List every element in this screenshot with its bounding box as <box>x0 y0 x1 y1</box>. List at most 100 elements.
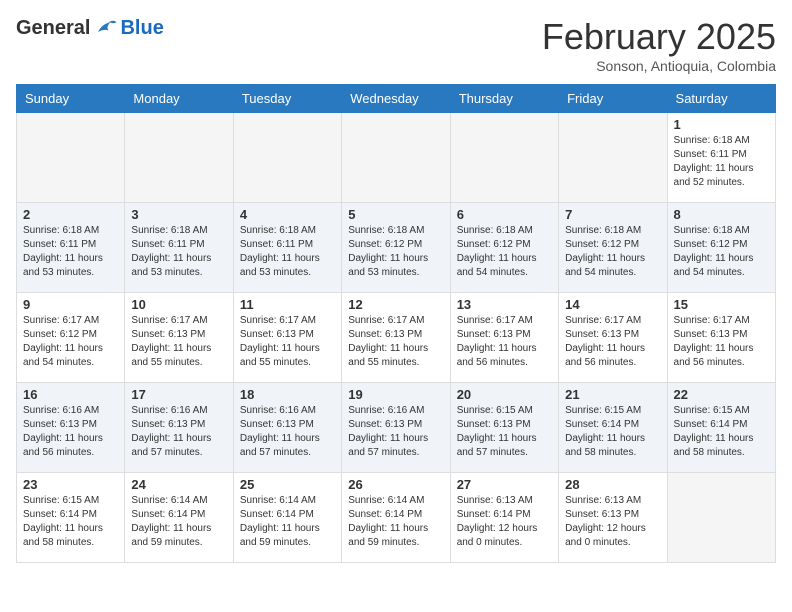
calendar-cell: 17 Sunrise: 6:16 AM Sunset: 6:13 PM Dayli… <box>125 383 233 473</box>
day-number: 15 <box>674 297 769 312</box>
day-info: Sunrise: 6:14 AM Sunset: 6:14 PM Dayligh… <box>240 494 335 550</box>
calendar-cell <box>233 113 341 203</box>
calendar-cell <box>450 113 558 203</box>
day-number: 3 <box>131 207 226 222</box>
calendar-cell: 13 Sunrise: 6:17 AM Sunset: 6:13 PM Dayli… <box>450 293 558 383</box>
day-info: Sunrise: 6:16 AM Sunset: 6:13 PM Dayligh… <box>131 404 226 460</box>
location-text: Sonson, Antioquia, Colombia <box>542 58 776 74</box>
day-info: Sunrise: 6:18 AM Sunset: 6:12 PM Dayligh… <box>674 224 769 280</box>
weekday-header-monday: Monday <box>125 85 233 113</box>
calendar-cell: 12Sunrise: 6:17 AM Sunset: 6:13 PM Dayli… <box>342 293 450 383</box>
day-number: 9 <box>23 297 118 312</box>
calendar-cell: 3 Sunrise: 6:18 AM Sunset: 6:11 PM Daylig… <box>125 203 233 293</box>
day-info: Sunrise: 6:17 AM Sunset: 6:13 PM Dayligh… <box>457 314 552 370</box>
calendar-cell: 6Sunrise: 6:18 AM Sunset: 6:12 PM Daylig… <box>450 203 558 293</box>
calendar-cell: 15 Sunrise: 6:17 AM Sunset: 6:13 PM Dayli… <box>667 293 775 383</box>
day-number: 11 <box>240 297 335 312</box>
calendar-cell: 8 Sunrise: 6:18 AM Sunset: 6:12 PM Daylig… <box>667 203 775 293</box>
day-info: Sunrise: 6:17 AM Sunset: 6:13 PM Dayligh… <box>240 314 335 370</box>
day-info: Sunrise: 6:17 AM Sunset: 6:13 PM Dayligh… <box>674 314 769 370</box>
calendar-cell: 28Sunrise: 6:13 AM Sunset: 6:13 PM Dayli… <box>559 473 667 563</box>
calendar-cell: 18 Sunrise: 6:16 AM Sunset: 6:13 PM Dayli… <box>233 383 341 473</box>
day-number: 7 <box>565 207 660 222</box>
day-info: Sunrise: 6:15 AM Sunset: 6:14 PM Dayligh… <box>565 404 660 460</box>
weekday-header-row: SundayMondayTuesdayWednesdayThursdayFrid… <box>17 85 776 113</box>
day-info: Sunrise: 6:17 AM Sunset: 6:13 PM Dayligh… <box>565 314 660 370</box>
calendar-cell: 4 Sunrise: 6:18 AM Sunset: 6:11 PM Daylig… <box>233 203 341 293</box>
day-number: 4 <box>240 207 335 222</box>
week-row-5: 23 Sunrise: 6:15 AM Sunset: 6:14 PM Dayli… <box>17 473 776 563</box>
day-number: 27 <box>457 477 552 492</box>
week-row-2: 2Sunrise: 6:18 AM Sunset: 6:11 PM Daylig… <box>17 203 776 293</box>
calendar-cell: 10 Sunrise: 6:17 AM Sunset: 6:13 PM Dayli… <box>125 293 233 383</box>
day-info: Sunrise: 6:18 AM Sunset: 6:12 PM Dayligh… <box>348 224 443 280</box>
day-number: 17 <box>131 387 226 402</box>
day-number: 23 <box>23 477 118 492</box>
day-number: 1 <box>674 117 769 132</box>
weekday-header-wednesday: Wednesday <box>342 85 450 113</box>
week-row-4: 16 Sunrise: 6:16 AM Sunset: 6:13 PM Dayli… <box>17 383 776 473</box>
day-info: Sunrise: 6:18 AM Sunset: 6:11 PM Dayligh… <box>23 224 118 280</box>
day-info: Sunrise: 6:18 AM Sunset: 6:12 PM Dayligh… <box>565 224 660 280</box>
day-info: Sunrise: 6:17 AM Sunset: 6:12 PM Dayligh… <box>23 314 118 370</box>
day-number: 20 <box>457 387 552 402</box>
day-number: 22 <box>674 387 769 402</box>
calendar-cell: 19 Sunrise: 6:16 AM Sunset: 6:13 PM Dayli… <box>342 383 450 473</box>
weekday-header-friday: Friday <box>559 85 667 113</box>
calendar-cell: 26 Sunrise: 6:14 AM Sunset: 6:14 PM Dayli… <box>342 473 450 563</box>
title-section: February 2025 Sonson, Antioquia, Colombi… <box>542 16 776 74</box>
day-number: 18 <box>240 387 335 402</box>
logo: General Blue <box>16 16 164 40</box>
day-info: Sunrise: 6:16 AM Sunset: 6:13 PM Dayligh… <box>348 404 443 460</box>
day-info: Sunrise: 6:14 AM Sunset: 6:14 PM Dayligh… <box>131 494 226 550</box>
weekday-header-tuesday: Tuesday <box>233 85 341 113</box>
day-info: Sunrise: 6:14 AM Sunset: 6:14 PM Dayligh… <box>348 494 443 550</box>
day-info: Sunrise: 6:18 AM Sunset: 6:11 PM Dayligh… <box>240 224 335 280</box>
calendar-cell: 27Sunrise: 6:13 AM Sunset: 6:14 PM Dayli… <box>450 473 558 563</box>
logo-bird-icon <box>94 16 118 40</box>
logo-general-text: General <box>16 17 90 40</box>
calendar-cell: 21Sunrise: 6:15 AM Sunset: 6:14 PM Dayli… <box>559 383 667 473</box>
day-number: 26 <box>348 477 443 492</box>
calendar-cell: 5Sunrise: 6:18 AM Sunset: 6:12 PM Daylig… <box>342 203 450 293</box>
day-info: Sunrise: 6:16 AM Sunset: 6:13 PM Dayligh… <box>240 404 335 460</box>
calendar-cell: 14 Sunrise: 6:17 AM Sunset: 6:13 PM Dayli… <box>559 293 667 383</box>
calendar-cell: 20 Sunrise: 6:15 AM Sunset: 6:13 PM Dayli… <box>450 383 558 473</box>
calendar-cell <box>559 113 667 203</box>
day-info: Sunrise: 6:18 AM Sunset: 6:11 PM Dayligh… <box>131 224 226 280</box>
day-info: Sunrise: 6:18 AM Sunset: 6:12 PM Dayligh… <box>457 224 552 280</box>
calendar-cell <box>342 113 450 203</box>
day-number: 14 <box>565 297 660 312</box>
calendar-cell <box>125 113 233 203</box>
day-info: Sunrise: 6:15 AM Sunset: 6:14 PM Dayligh… <box>674 404 769 460</box>
month-title: February 2025 <box>542 16 776 58</box>
day-info: Sunrise: 6:17 AM Sunset: 6:13 PM Dayligh… <box>348 314 443 370</box>
weekday-header-saturday: Saturday <box>667 85 775 113</box>
day-number: 28 <box>565 477 660 492</box>
day-info: Sunrise: 6:17 AM Sunset: 6:13 PM Dayligh… <box>131 314 226 370</box>
weekday-header-sunday: Sunday <box>17 85 125 113</box>
day-number: 16 <box>23 387 118 402</box>
day-number: 19 <box>348 387 443 402</box>
calendar-cell: 7 Sunrise: 6:18 AM Sunset: 6:12 PM Daylig… <box>559 203 667 293</box>
day-info: Sunrise: 6:16 AM Sunset: 6:13 PM Dayligh… <box>23 404 118 460</box>
calendar-cell: 16 Sunrise: 6:16 AM Sunset: 6:13 PM Dayli… <box>17 383 125 473</box>
calendar-table: SundayMondayTuesdayWednesdayThursdayFrid… <box>16 84 776 563</box>
calendar-cell: 11 Sunrise: 6:17 AM Sunset: 6:13 PM Dayli… <box>233 293 341 383</box>
calendar-cell: 23 Sunrise: 6:15 AM Sunset: 6:14 PM Dayli… <box>17 473 125 563</box>
calendar-cell <box>667 473 775 563</box>
day-number: 25 <box>240 477 335 492</box>
weekday-header-thursday: Thursday <box>450 85 558 113</box>
day-number: 10 <box>131 297 226 312</box>
week-row-1: 1 Sunrise: 6:18 AM Sunset: 6:11 PM Daylig… <box>17 113 776 203</box>
calendar-cell: 2Sunrise: 6:18 AM Sunset: 6:11 PM Daylig… <box>17 203 125 293</box>
page-header: General Blue February 2025 Sonson, Antio… <box>16 16 776 74</box>
calendar-cell: 22 Sunrise: 6:15 AM Sunset: 6:14 PM Dayli… <box>667 383 775 473</box>
day-info: Sunrise: 6:15 AM Sunset: 6:13 PM Dayligh… <box>457 404 552 460</box>
day-info: Sunrise: 6:15 AM Sunset: 6:14 PM Dayligh… <box>23 494 118 550</box>
day-number: 8 <box>674 207 769 222</box>
logo-blue-text: Blue <box>120 17 163 40</box>
day-info: Sunrise: 6:18 AM Sunset: 6:11 PM Dayligh… <box>674 134 769 190</box>
day-number: 13 <box>457 297 552 312</box>
calendar-cell: 1 Sunrise: 6:18 AM Sunset: 6:11 PM Daylig… <box>667 113 775 203</box>
